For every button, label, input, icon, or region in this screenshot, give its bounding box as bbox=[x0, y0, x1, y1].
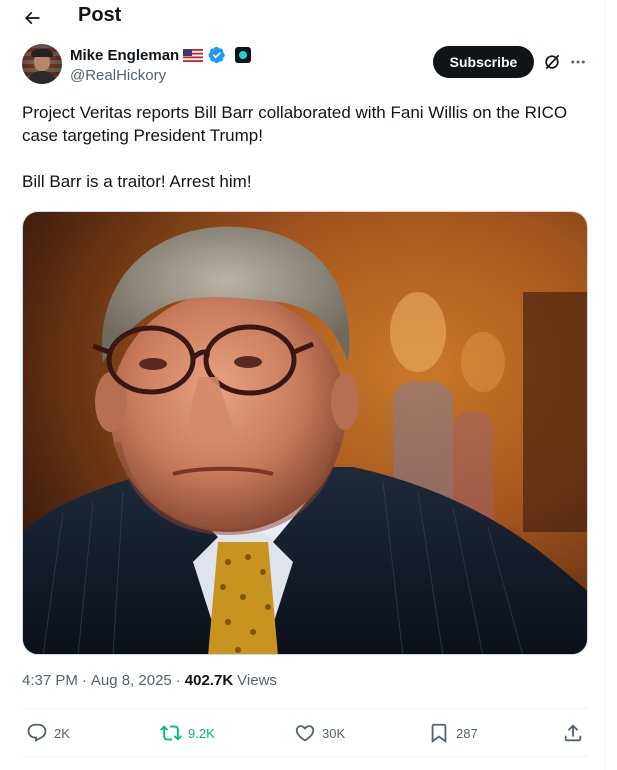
post-time[interactable]: 4:37 PM bbox=[22, 672, 78, 689]
author-name[interactable]: Mike Engleman bbox=[70, 47, 179, 64]
like-button[interactable]: 30K bbox=[294, 718, 345, 748]
bookmark-button[interactable]: 287 bbox=[428, 718, 478, 748]
repost-button[interactable]: 9.2K bbox=[160, 718, 215, 748]
reply-icon bbox=[27, 723, 47, 742]
bookmark-count: 287 bbox=[456, 725, 478, 741]
portrait-photo bbox=[23, 212, 587, 654]
post-paragraph: Bill Barr is a traitor! Arrest him! bbox=[22, 172, 252, 191]
post-view: Post Mike Engleman @RealHickory Subscrib… bbox=[0, 0, 605, 770]
post-text: Project Veritas reports Bill Barr collab… bbox=[22, 101, 588, 193]
like-count: 30K bbox=[322, 725, 346, 741]
divider bbox=[22, 756, 588, 757]
post-author: Mike Engleman @RealHickory Subscribe bbox=[22, 44, 592, 90]
meta-separator: · bbox=[175, 672, 181, 689]
bookmark-icon bbox=[431, 723, 447, 744]
like-icon bbox=[295, 725, 315, 742]
back-arrow-icon[interactable] bbox=[20, 6, 44, 30]
post-meta: 4:37 PM · Aug 8, 2025 · 402.7K Views bbox=[22, 672, 277, 689]
meta-separator: · bbox=[81, 672, 87, 689]
reply-count: 2K bbox=[54, 725, 70, 741]
repost-icon bbox=[160, 725, 182, 741]
post-paragraph: Project Veritas reports Bill Barr collab… bbox=[22, 103, 568, 145]
share-button[interactable] bbox=[562, 718, 584, 748]
post-photo[interactable] bbox=[22, 211, 588, 655]
views-count: 402.7K bbox=[184, 672, 234, 689]
author-name-row: Mike Engleman bbox=[70, 46, 252, 64]
affiliate-badge-icon[interactable] bbox=[235, 47, 252, 63]
share-icon bbox=[564, 724, 582, 742]
more-icon[interactable] bbox=[568, 52, 588, 72]
action-bar: 2K 9.2K 30K 287 bbox=[22, 718, 588, 748]
author-handle[interactable]: @RealHickory bbox=[70, 67, 166, 84]
reply-button[interactable]: 2K bbox=[26, 718, 70, 748]
avatar[interactable] bbox=[22, 44, 62, 84]
grok-icon[interactable] bbox=[542, 52, 562, 72]
subscribe-button[interactable]: Subscribe bbox=[433, 46, 534, 78]
divider bbox=[22, 708, 588, 709]
views-label: Views bbox=[237, 672, 277, 689]
page-title: Post bbox=[78, 4, 122, 26]
flag-us-icon bbox=[183, 48, 204, 62]
top-bar: Post bbox=[0, 0, 605, 36]
post-date[interactable]: Aug 8, 2025 bbox=[91, 672, 172, 689]
verified-badge-icon[interactable] bbox=[208, 46, 226, 64]
repost-count: 9.2K bbox=[188, 725, 215, 741]
